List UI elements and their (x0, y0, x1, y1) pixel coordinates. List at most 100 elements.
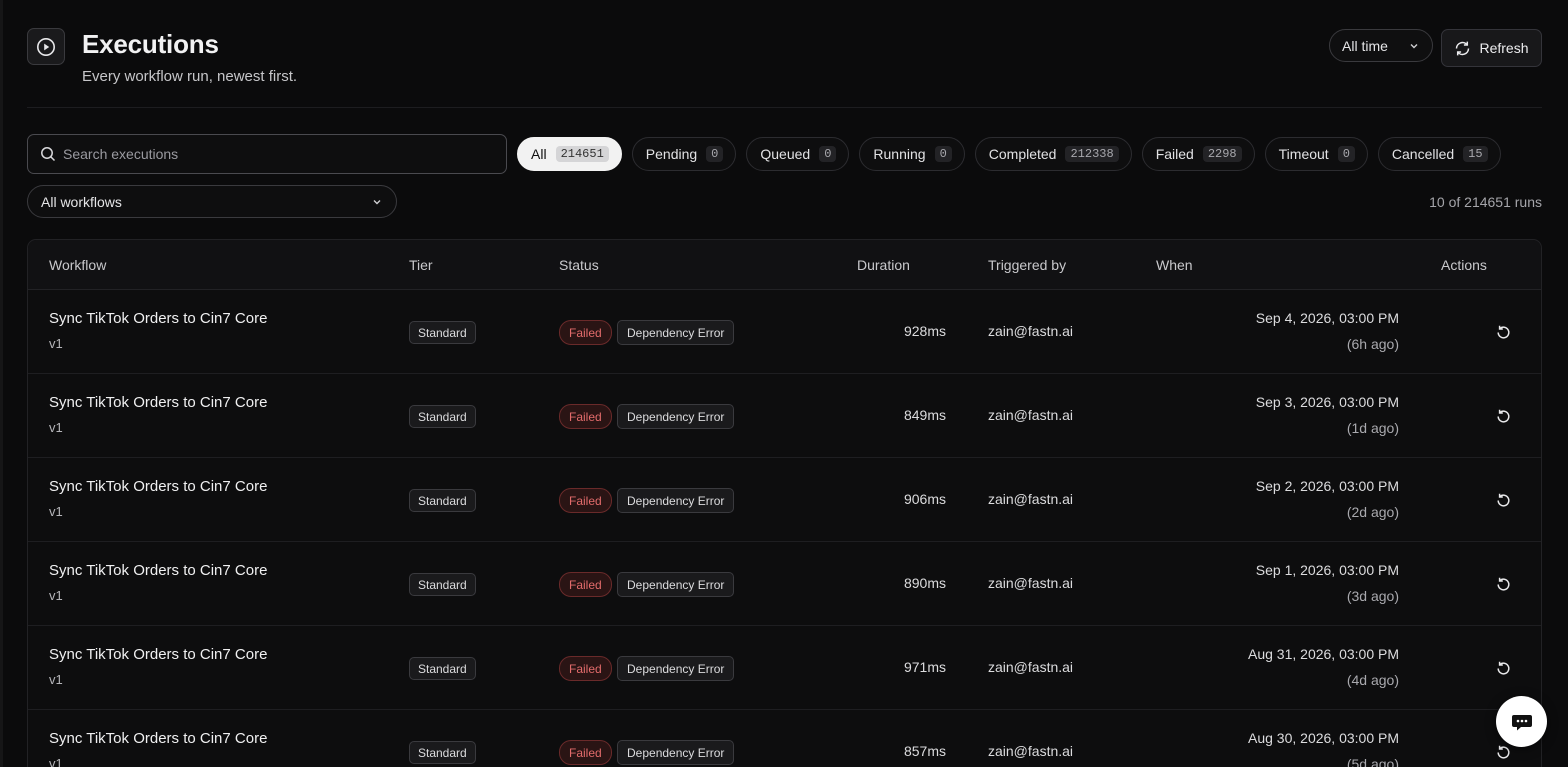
workflow-name[interactable]: Sync TikTok Orders to Cin7 Core (49, 478, 267, 495)
triggered-by: zain@fastn.ai (988, 575, 1074, 591)
tier-badge: Standard (409, 741, 476, 764)
time-range-label: All time (1342, 37, 1388, 54)
workflow-version: v1 (49, 336, 63, 351)
status-badge: Failed (559, 656, 612, 681)
column-status[interactable]: Status (559, 257, 599, 273)
chevron-down-icon (1410, 43, 1418, 48)
search-input[interactable] (63, 146, 483, 162)
retry-icon[interactable] (1493, 322, 1513, 342)
retry-icon[interactable] (1493, 742, 1513, 762)
workflow-version: v1 (49, 588, 63, 603)
column-workflow[interactable]: Workflow (49, 257, 106, 273)
workflow-name[interactable]: Sync TikTok Orders to Cin7 Core (49, 562, 267, 579)
table-header: Workflow Tier Status Duration Triggered … (28, 240, 1541, 290)
run-relative-time: (2d ago) (1346, 504, 1399, 520)
workflow-version: v1 (49, 756, 63, 767)
run-date: Sep 2, 2026, 03:00 PM (1255, 478, 1399, 494)
workflow-version: v1 (49, 420, 63, 435)
page-title: Executions (82, 29, 219, 59)
status-badge: Failed (559, 488, 612, 513)
column-actions: Actions (1441, 257, 1487, 273)
error-type-badge: Dependency Error (617, 656, 735, 681)
triggered-by: zain@fastn.ai (988, 323, 1074, 339)
status-badge: Failed (559, 404, 612, 429)
filter-all[interactable]: All 214651 (517, 137, 622, 171)
retry-icon[interactable] (1493, 406, 1513, 426)
filter-running[interactable]: Running 0 (859, 137, 965, 171)
left-edge (0, 0, 3, 767)
filter-timeout[interactable]: Timeout 0 (1264, 137, 1368, 171)
filter-label: Pending (645, 146, 698, 162)
run-date: Sep 3, 2026, 03:00 PM (1255, 394, 1399, 410)
column-duration[interactable]: Duration (857, 257, 910, 273)
table-row[interactable]: Sync TikTok Orders to Cin7 Core v1 Standar… (28, 626, 1541, 710)
page-subtitle: Every workflow run, newest first. (82, 68, 298, 85)
duration: 857ms (903, 743, 946, 759)
workflow-select-label: All workflows (41, 193, 122, 210)
play-circle-icon (27, 28, 65, 65)
filter-completed[interactable]: Completed 212338 (974, 137, 1132, 171)
run-count: 10 of 214651 runs (1429, 194, 1542, 210)
run-relative-time: (5d ago) (1346, 756, 1399, 767)
table-row[interactable]: Sync TikTok Orders to Cin7 Core v1 Standar… (28, 290, 1541, 374)
table-row[interactable]: Sync TikTok Orders to Cin7 Core v1 Standar… (28, 542, 1541, 626)
refresh-label: Refresh (1479, 40, 1529, 56)
table-row[interactable]: Sync TikTok Orders to Cin7 Core v1 Standar… (28, 458, 1541, 542)
filter-count: 212338 (1065, 146, 1119, 162)
tier-badge: Standard (409, 321, 476, 344)
filter-label: Cancelled (1391, 146, 1455, 162)
filter-label: Completed (988, 146, 1057, 162)
refresh-button[interactable]: Refresh (1441, 29, 1542, 67)
tier-badge: Standard (409, 657, 476, 680)
time-range-select[interactable]: All time (1329, 29, 1433, 62)
chevron-down-icon (373, 199, 381, 204)
column-when[interactable]: When (1156, 257, 1193, 273)
error-type-badge: Dependency Error (617, 572, 735, 597)
retry-icon[interactable] (1493, 490, 1513, 510)
filter-count: 0 (819, 146, 837, 162)
triggered-by: zain@fastn.ai (988, 491, 1074, 507)
triggered-by: zain@fastn.ai (988, 659, 1074, 675)
run-date: Aug 31, 2026, 03:00 PM (1248, 646, 1399, 662)
column-tier[interactable]: Tier (409, 257, 433, 273)
filter-count: 0 (706, 146, 724, 162)
filter-label: Queued (760, 146, 811, 162)
chat-button[interactable] (1496, 696, 1547, 747)
workflow-name[interactable]: Sync TikTok Orders to Cin7 Core (49, 310, 267, 327)
refresh-icon (1456, 41, 1470, 55)
retry-icon[interactable] (1493, 658, 1513, 678)
table-row[interactable]: Sync TikTok Orders to Cin7 Core v1 Standar… (28, 710, 1541, 767)
error-type-badge: Dependency Error (617, 320, 735, 345)
search-icon (41, 147, 56, 162)
column-triggered-by[interactable]: Triggered by (988, 257, 1066, 273)
error-type-badge: Dependency Error (617, 404, 735, 429)
search-box[interactable] (27, 134, 507, 174)
filter-failed[interactable]: Failed 2298 (1141, 137, 1255, 171)
page-header: Executions Every workflow run, newest fi… (27, 28, 1542, 108)
triggered-by: zain@fastn.ai (988, 743, 1074, 759)
table-row[interactable]: Sync TikTok Orders to Cin7 Core v1 Standar… (28, 374, 1541, 458)
filter-pending[interactable]: Pending 0 (631, 137, 737, 171)
workflow-select[interactable]: All workflows (27, 185, 397, 218)
duration: 928ms (903, 323, 946, 339)
error-type-badge: Dependency Error (617, 740, 735, 765)
filter-label: All (531, 146, 547, 162)
workflow-name[interactable]: Sync TikTok Orders to Cin7 Core (49, 394, 267, 411)
duration: 971ms (903, 659, 946, 675)
status-filters: All 214651 Pending 0 Queued 0 Running 0 Comp… (517, 137, 1501, 171)
workflow-name[interactable]: Sync TikTok Orders to Cin7 Core (49, 730, 267, 747)
status-badge: Failed (559, 572, 612, 597)
workflow-name[interactable]: Sync TikTok Orders to Cin7 Core (49, 646, 267, 663)
filter-cancelled[interactable]: Cancelled 15 (1377, 137, 1501, 171)
filter-queued[interactable]: Queued 0 (746, 137, 850, 171)
tier-badge: Standard (409, 405, 476, 428)
run-date: Sep 1, 2026, 03:00 PM (1255, 562, 1399, 578)
filter-count: 0 (934, 146, 952, 162)
filter-count: 2298 (1202, 146, 1242, 162)
retry-icon[interactable] (1493, 574, 1513, 594)
duration: 890ms (903, 575, 946, 591)
error-type-badge: Dependency Error (617, 488, 735, 513)
tier-badge: Standard (409, 489, 476, 512)
run-relative-time: (3d ago) (1346, 588, 1399, 604)
tier-badge: Standard (409, 573, 476, 596)
